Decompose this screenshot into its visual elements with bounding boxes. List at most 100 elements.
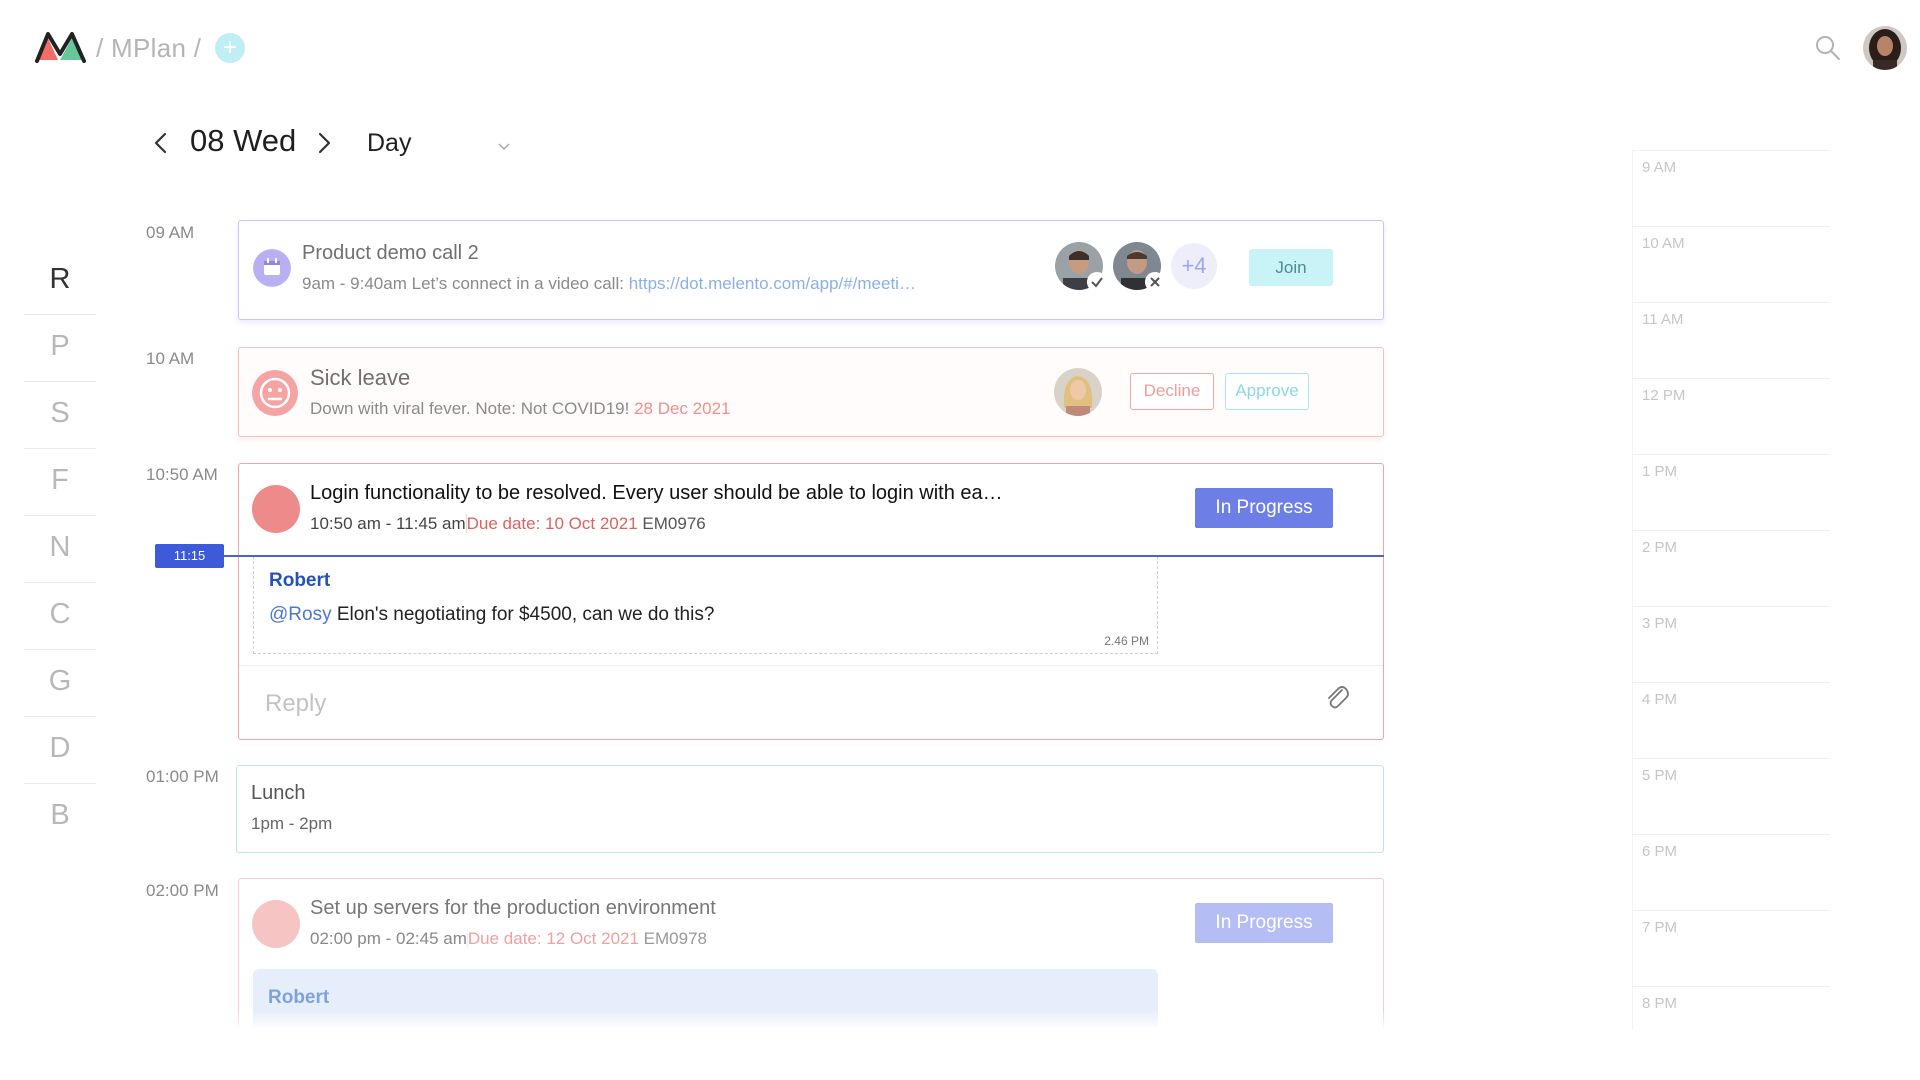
current-time-badge: 11:15 xyxy=(155,544,224,568)
mini-slot-label: 7 PM xyxy=(1642,919,1678,936)
mini-slot: 10 AM xyxy=(1632,226,1830,302)
app-header: / MPlan / + xyxy=(0,0,1920,96)
event-card-demo[interactable]: Product demo call 2 9am - 9:40am Let’s c… xyxy=(238,220,1384,320)
app-logo[interactable] xyxy=(34,28,86,64)
event-details: Down with viral fever. Note: Not COVID19… xyxy=(310,399,730,419)
calendar-icon xyxy=(253,249,291,287)
status-button[interactable]: In Progress xyxy=(1195,903,1333,943)
join-button[interactable]: Join xyxy=(1249,249,1333,286)
event-details: 9am - 9:40am Let’s connect in a video ca… xyxy=(302,274,916,294)
event-time: 9am - 9:40am xyxy=(302,274,407,293)
event-title: Sick leave xyxy=(310,365,411,390)
reply-input[interactable] xyxy=(265,686,1065,722)
chevron-left-icon[interactable] xyxy=(150,130,172,156)
mini-slot-label: 5 PM xyxy=(1642,767,1678,784)
requester-avatar xyxy=(1054,368,1102,416)
task-card-servers[interactable]: Set up servers for the production enviro… xyxy=(238,878,1384,1028)
search-icon[interactable] xyxy=(1814,34,1842,62)
leave-date: 28 Dec 2021 xyxy=(634,399,731,418)
mini-slot-label: 3 PM xyxy=(1642,615,1678,632)
check-icon xyxy=(1087,272,1107,292)
mini-slot-label: 8 PM xyxy=(1642,995,1678,1012)
comment: Robert @Rosy Elon's negotiating for $450… xyxy=(253,556,1158,654)
fade-overlay xyxy=(236,1010,1388,1030)
mini-slot: 3 PM xyxy=(1632,606,1830,682)
chevron-right-icon[interactable] xyxy=(313,130,335,156)
paperclip-icon[interactable] xyxy=(1323,682,1349,710)
breadcrumb[interactable]: / MPlan / xyxy=(96,33,201,64)
task-due-date: Due date: 10 Oct 2021 xyxy=(465,514,638,533)
task-time: 10:50 am - 11:45 am xyxy=(310,514,466,533)
task-details: 02:00 pm - 02:45 amDue date: 12 Oct 2021… xyxy=(310,929,707,949)
comment-author[interactable]: Robert xyxy=(268,987,329,1009)
mini-slot: 11 AM xyxy=(1632,302,1830,378)
time-label: 10 AM xyxy=(146,349,195,368)
event-card-sick-leave[interactable]: Sick leave Down with viral fever. Note: … xyxy=(238,347,1384,437)
current-time-line xyxy=(224,555,1384,557)
mini-slot: 8 PM xyxy=(1632,986,1830,1062)
mini-slot: 5 PM xyxy=(1632,758,1830,834)
sad-face-icon xyxy=(252,370,298,416)
task-card-login[interactable]: Login functionality to be resolved. Ever… xyxy=(238,463,1384,740)
event-time: 1pm - 2pm xyxy=(251,814,333,833)
comment-time: 2.46 PM xyxy=(1104,634,1149,648)
status-button[interactable]: In Progress xyxy=(1195,488,1333,528)
mini-timeline: 9 AM 10 AM 11 AM 12 PM 1 PM 2 PM 3 PM 4 … xyxy=(1632,150,1830,1030)
decline-button[interactable]: Decline xyxy=(1130,373,1214,410)
more-attendees-count[interactable]: +4 xyxy=(1171,243,1217,289)
mini-slot: 4 PM xyxy=(1632,682,1830,758)
mini-slot-label: 10 AM xyxy=(1642,235,1685,252)
event-title: Product demo call 2 xyxy=(302,242,479,264)
letter-item[interactable]: N xyxy=(24,516,96,583)
event-desc: Let’s connect in a video call: xyxy=(411,274,624,293)
letter-item[interactable]: G xyxy=(24,650,96,717)
current-date: 08 Wed xyxy=(190,123,297,158)
mention-link[interactable]: @Rosy xyxy=(269,604,332,625)
mini-slot: 6 PM xyxy=(1632,834,1830,910)
letter-item[interactable]: B xyxy=(24,784,96,851)
letter-item[interactable]: F xyxy=(24,449,96,516)
view-select[interactable]: Day xyxy=(367,127,517,159)
mini-slot-label: 9 AM xyxy=(1642,159,1677,176)
comment-body: Elon's negotiating for $4500, can we do … xyxy=(336,604,715,625)
chevron-down-icon xyxy=(498,143,510,151)
task-details: 10:50 am - 11:45 amDue date: 10 Oct 2021… xyxy=(310,514,706,534)
close-icon xyxy=(1145,272,1165,292)
comment-text: @Rosy Elon's negotiating for $4500, can … xyxy=(269,604,714,626)
task-title: Set up servers for the production enviro… xyxy=(310,897,716,919)
task-status-dot xyxy=(252,900,300,948)
letter-item[interactable]: R xyxy=(24,248,96,315)
letter-item[interactable]: P xyxy=(24,315,96,382)
event-card-lunch[interactable]: Lunch 1pm - 2pm xyxy=(236,765,1384,853)
letter-index: R P S F N C G D B xyxy=(24,248,96,851)
comment-author[interactable]: Robert xyxy=(269,570,330,592)
task-time: 02:00 pm - 02:45 am xyxy=(310,929,467,948)
approve-button[interactable]: Approve xyxy=(1225,373,1309,410)
mini-slot-label: 2 PM xyxy=(1642,539,1678,556)
user-avatar[interactable] xyxy=(1863,26,1907,70)
letter-item[interactable]: S xyxy=(24,382,96,449)
mini-slot-label: 11 AM xyxy=(1642,311,1684,328)
mini-slot: 1 PM xyxy=(1632,454,1830,530)
time-label: 10:50 AM xyxy=(146,465,218,484)
add-button[interactable]: + xyxy=(215,33,245,63)
letter-item[interactable]: D xyxy=(24,717,96,784)
letter-item[interactable]: C xyxy=(24,583,96,650)
mini-slot: 7 PM xyxy=(1632,910,1830,986)
event-desc: Down with viral fever. Note: Not COVID19… xyxy=(310,399,630,418)
mini-slot-label: 12 PM xyxy=(1642,387,1686,404)
view-select-value: Day xyxy=(367,129,412,157)
time-label: 02:00 PM xyxy=(146,881,219,900)
task-due-date: Due date: 12 Oct 2021 xyxy=(466,929,639,948)
mini-slot: 2 PM xyxy=(1632,530,1830,606)
mini-slot: 12 PM xyxy=(1632,378,1830,454)
mini-slot-label: 4 PM xyxy=(1642,691,1678,708)
divider xyxy=(239,665,1383,666)
meeting-link[interactable]: https://dot.melento.com/app/#/meeti… xyxy=(629,274,916,293)
task-code: EM0976 xyxy=(642,514,706,533)
mini-slot-label: 1 PM xyxy=(1642,463,1678,480)
task-status-dot xyxy=(252,485,300,533)
time-label: 09 AM xyxy=(146,223,195,242)
task-code: EM0978 xyxy=(643,929,707,948)
event-title: Lunch xyxy=(251,782,306,804)
